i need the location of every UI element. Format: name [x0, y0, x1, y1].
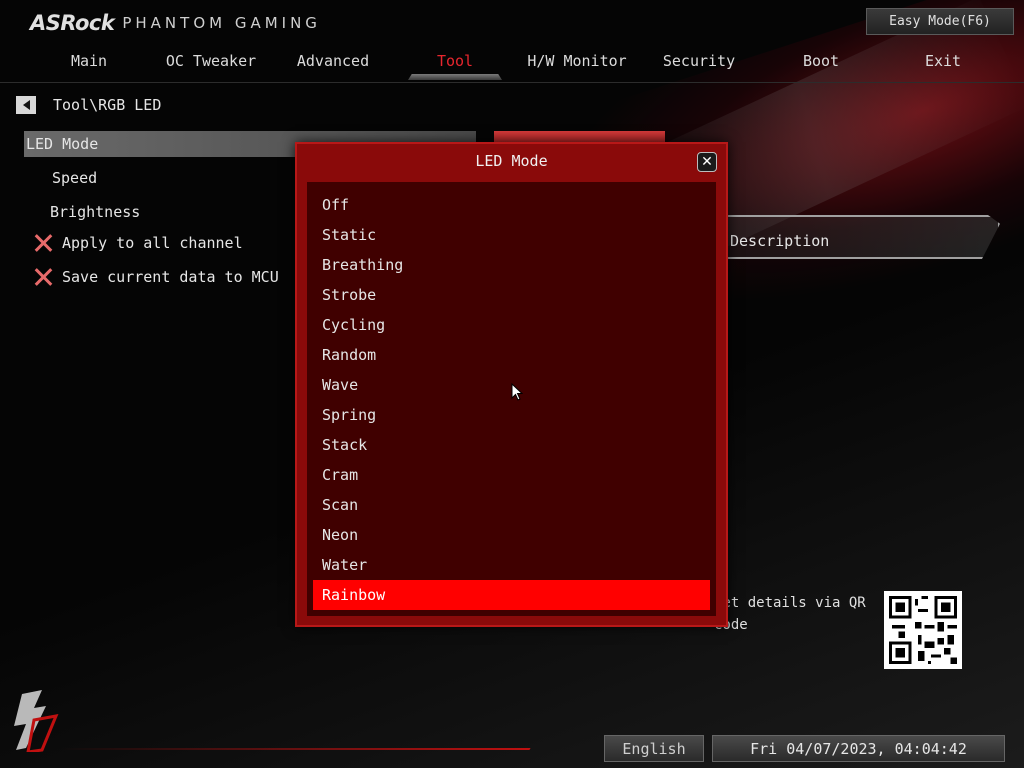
- option-cycling[interactable]: Cycling: [313, 310, 710, 340]
- tab-advanced[interactable]: Advanced: [272, 52, 394, 74]
- description-title: Description: [730, 232, 830, 250]
- option-spring[interactable]: Spring: [313, 400, 710, 430]
- tab-security[interactable]: Security: [638, 52, 760, 74]
- option-off[interactable]: Off: [313, 190, 710, 220]
- brand-logo-text: ASRock: [30, 11, 115, 35]
- tab-exit[interactable]: Exit: [882, 52, 1004, 74]
- brand-logo: ASRock PHANTOM GAMING: [30, 10, 321, 36]
- menu-item-label: Apply to all channel: [62, 234, 243, 252]
- option-scan[interactable]: Scan: [313, 490, 710, 520]
- option-neon[interactable]: Neon: [313, 520, 710, 550]
- menu-item-brightness[interactable]: Brightness: [48, 199, 140, 225]
- qr-code-icon: [884, 591, 962, 669]
- back-arrow-icon: [22, 100, 30, 110]
- qr-details-text: Get details via QR code: [714, 595, 866, 633]
- tools-icon: [32, 266, 54, 288]
- menu-item-apply-all-channel[interactable]: Apply to all channel: [32, 230, 243, 256]
- tab-tool[interactable]: Tool: [394, 52, 516, 74]
- easy-mode-button[interactable]: Easy Mode(F6): [866, 8, 1014, 35]
- tools-icon: [32, 232, 54, 254]
- language-button[interactable]: English: [604, 735, 704, 762]
- option-strobe[interactable]: Strobe: [313, 280, 710, 310]
- menu-item-label: LED Mode: [26, 135, 99, 153]
- footer-accent-line: [59, 748, 531, 750]
- active-tab-indicator: [408, 74, 502, 80]
- breadcrumb: Tool\RGB LED: [53, 96, 162, 114]
- tab-main[interactable]: Main: [28, 52, 150, 74]
- option-static[interactable]: Static: [313, 220, 710, 250]
- option-rainbow[interactable]: Rainbow: [313, 580, 710, 610]
- mouse-cursor-icon: [511, 383, 523, 401]
- menu-item-speed[interactable]: Speed: [50, 165, 97, 191]
- close-icon[interactable]: ✕: [697, 152, 717, 172]
- main-nav: Main OC Tweaker Advanced Tool H/W Monito…: [0, 44, 1024, 83]
- tab-boot[interactable]: Boot: [760, 52, 882, 74]
- brand-sub-text: PHANTOM GAMING: [122, 14, 321, 32]
- option-random[interactable]: Random: [313, 340, 710, 370]
- back-button[interactable]: [16, 96, 36, 114]
- datetime-display: Fri 04/07/2023, 04:04:42: [712, 735, 1005, 762]
- option-breathing[interactable]: Breathing: [313, 250, 710, 280]
- dialog-title: LED Mode: [475, 152, 548, 170]
- option-water[interactable]: Water: [313, 550, 710, 580]
- menu-item-label: Brightness: [50, 203, 141, 221]
- tab-hw-monitor[interactable]: H/W Monitor: [516, 52, 638, 74]
- menu-item-label: Speed: [52, 169, 98, 187]
- tab-oc-tweaker[interactable]: OC Tweaker: [150, 52, 272, 74]
- menu-item-save-to-mcu[interactable]: Save current data to MCU: [32, 264, 279, 290]
- phantom-gaming-logo-icon: [14, 690, 59, 752]
- option-cram[interactable]: Cram: [313, 460, 710, 490]
- menu-item-label: Save current data to MCU: [62, 268, 279, 286]
- bios-screen: ASRock PHANTOM GAMING Easy Mode(F6) Main…: [0, 0, 1024, 768]
- option-stack[interactable]: Stack: [313, 430, 710, 460]
